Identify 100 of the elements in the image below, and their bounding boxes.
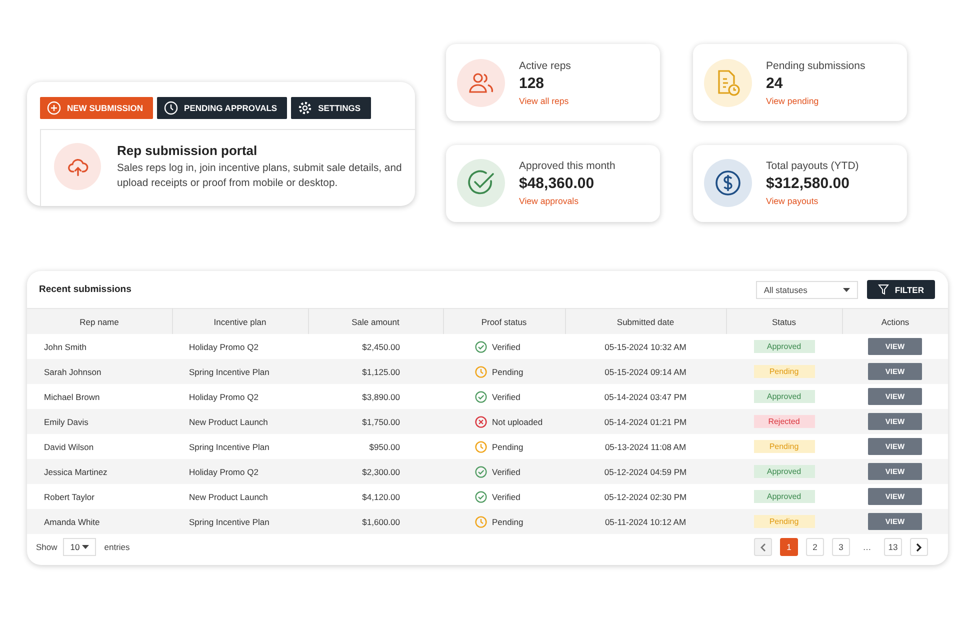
- stat-label: Total payouts (YTD): [766, 160, 859, 172]
- caret-icon: [842, 288, 850, 292]
- stat-label: Approved this month: [519, 160, 616, 172]
- proof-status: Verified: [492, 392, 520, 402]
- table-cell: Holiday Promo Q2: [172, 384, 308, 409]
- pagination-ellipsis: …: [862, 542, 872, 552]
- column-header: Submitted date: [565, 308, 726, 334]
- page-button[interactable]: 3: [832, 538, 850, 556]
- stat-value: $312,580.00: [766, 175, 850, 192]
- table-cell: $2,450.00: [308, 334, 443, 359]
- caret-icon: [82, 545, 90, 549]
- proof-status: Pending: [492, 442, 524, 452]
- table-cell: $4,120.00: [308, 484, 443, 509]
- previous-page-button[interactable]: [754, 538, 772, 556]
- stat-value: $48,360.00: [519, 175, 596, 192]
- proof-status: Verified: [492, 492, 520, 502]
- status-dropdown[interactable]: All statuses: [756, 280, 858, 298]
- column-header: Incentive plan: [172, 308, 308, 334]
- column-header: Rep name: [27, 308, 172, 334]
- proof-status: Pending: [492, 516, 524, 526]
- stat-link[interactable]: View payouts: [766, 196, 859, 206]
- check-circle-icon: [475, 390, 487, 402]
- table-cell: Holiday Promo Q2: [172, 334, 308, 359]
- table-cell: Robert Taylor: [27, 484, 172, 509]
- table-cell: $950.00: [308, 434, 443, 459]
- status-badge: Pending: [754, 365, 814, 378]
- table-cell: $3,890.00: [308, 384, 443, 409]
- table-cell: Amanda White: [27, 509, 172, 534]
- status-badge: Rejected: [754, 415, 814, 428]
- stat-value: 128: [519, 74, 546, 92]
- entries-label: entries: [104, 542, 130, 552]
- table-cell: New Product Launch: [172, 484, 308, 509]
- clock-icon: [475, 440, 487, 452]
- stat-link[interactable]: View all reps: [519, 96, 571, 106]
- plus-icon: [47, 101, 61, 115]
- page-size-dropdown[interactable]: 10: [63, 538, 96, 556]
- chevron-right-icon: [916, 542, 922, 552]
- column-header: Sale amount: [308, 308, 443, 334]
- toolbar-button[interactable]: SETTINGS: [291, 97, 371, 119]
- page-button[interactable]: 2: [806, 538, 824, 556]
- stat-link[interactable]: View pending: [766, 96, 866, 106]
- portal-description: Sales reps log in, join incentive plans, submit sale details, and upload receipts or proof from mobile or desktop.: [117, 162, 403, 191]
- clock-icon: [164, 101, 178, 115]
- proof-status: Verified: [492, 466, 520, 476]
- table-cell: Sarah Johnson: [27, 359, 172, 384]
- table-cell: $2,300.00: [308, 459, 443, 484]
- table-cell: 05-13-2024 11:08 AM: [565, 434, 726, 459]
- people-icon: [468, 70, 494, 94]
- check-circle-icon: [475, 466, 487, 478]
- column-header: Actions: [842, 308, 948, 334]
- filter-button[interactable]: FILTER: [866, 280, 935, 299]
- table-cell: 05-12-2024 02:30 PM: [565, 484, 726, 509]
- table-cell: David Wilson: [27, 434, 172, 459]
- show-label: Show: [36, 542, 58, 552]
- table-cell: $1,600.00: [308, 509, 443, 534]
- check-circle-icon: [475, 340, 487, 352]
- table-cell: Michael Brown: [27, 384, 172, 409]
- table-cell: New Product Launch: [172, 409, 308, 434]
- page-button[interactable]: 13: [884, 538, 902, 556]
- proof-status: Not uploaded: [492, 416, 543, 426]
- status-badge: Pending: [754, 440, 814, 453]
- table-cell: 05-14-2024 03:47 PM: [565, 384, 726, 409]
- table-cell: John Smith: [27, 334, 172, 359]
- proof-status: Verified: [492, 342, 520, 352]
- table-cell: 05-12-2024 04:59 PM: [565, 459, 726, 484]
- table-cell: Emily Davis: [27, 409, 172, 434]
- table-cell: $1,125.00: [308, 359, 443, 384]
- table-cell: Spring Incentive Plan: [172, 509, 308, 534]
- check-circle-icon: [467, 169, 495, 197]
- clock-icon: [475, 366, 487, 378]
- stat-value: 24: [766, 74, 784, 92]
- x-circle-icon: [475, 416, 487, 428]
- portal-title: Rep submission portal: [117, 143, 258, 158]
- column-header: Status: [726, 308, 842, 334]
- status-badge: Approved: [754, 465, 814, 478]
- next-page-button[interactable]: [910, 538, 928, 556]
- toolbar-button[interactable]: PENDING APPROVALS: [157, 97, 288, 119]
- chevron-left-icon: [760, 542, 766, 552]
- table-cell: 05-15-2024 10:32 AM: [565, 334, 726, 359]
- table-title: Recent submissions: [39, 284, 132, 295]
- funnel-icon: [878, 284, 889, 295]
- table-cell: 05-11-2024 10:12 AM: [565, 509, 726, 534]
- status-badge: Approved: [754, 390, 814, 403]
- table-cell: 05-15-2024 09:14 AM: [565, 359, 726, 384]
- stat-label: Active reps: [519, 60, 571, 72]
- stat-label: Pending submissions: [766, 60, 866, 72]
- toolbar-button[interactable]: NEW SUBMISSION: [40, 97, 154, 119]
- clock-icon: [475, 516, 487, 528]
- settings-icon: [298, 101, 312, 115]
- table-cell: Spring Incentive Plan: [172, 434, 308, 459]
- document-clock-icon: [715, 68, 741, 96]
- table-cell: Spring Incentive Plan: [172, 359, 308, 384]
- table-cell: 05-14-2024 01:21 PM: [565, 409, 726, 434]
- stat-link[interactable]: View approvals: [519, 196, 616, 206]
- proof-status: Pending: [492, 366, 524, 376]
- page-button[interactable]: 1: [780, 538, 798, 556]
- status-badge: Approved: [754, 490, 814, 503]
- cloud-upload-icon: [54, 143, 101, 190]
- check-circle-icon: [475, 490, 487, 502]
- table-cell: $1,750.00: [308, 409, 443, 434]
